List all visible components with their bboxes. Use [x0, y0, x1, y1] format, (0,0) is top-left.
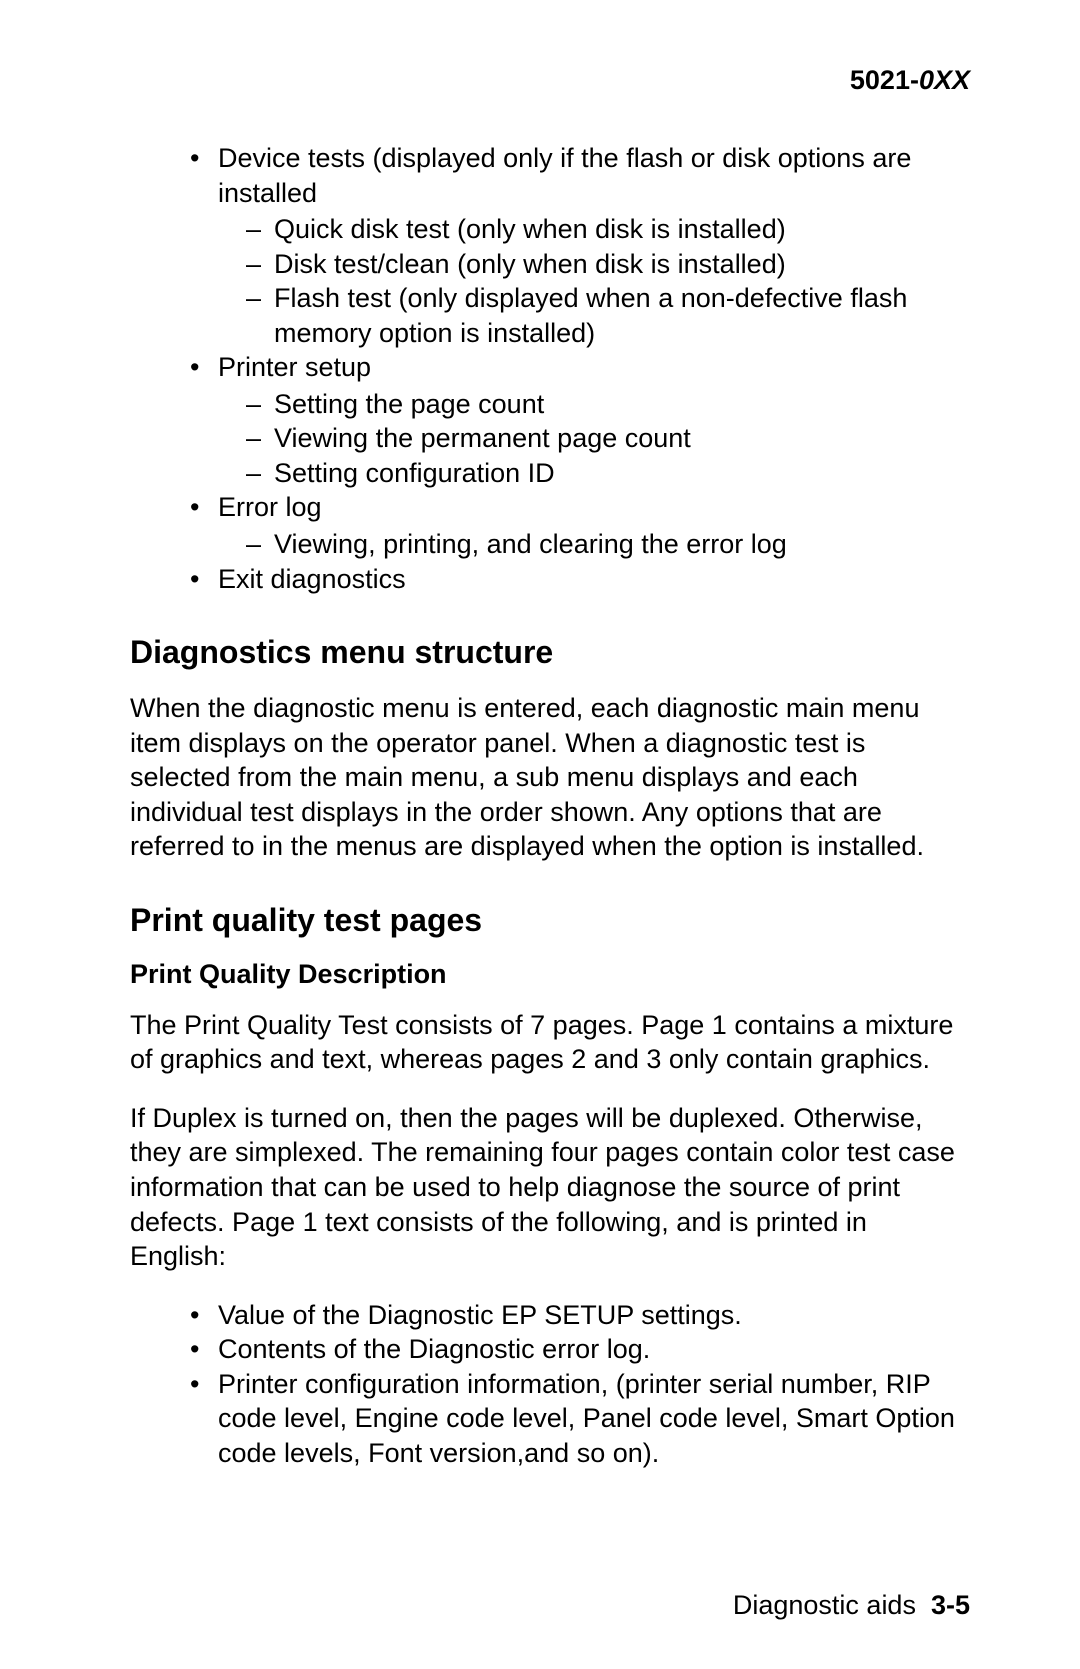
- list-item: Value of the Diagnostic EP SETUP setting…: [190, 1298, 970, 1333]
- model-suffix: 0XX: [919, 65, 970, 95]
- sub-list-item: Flash test (only displayed when a non-de…: [246, 281, 970, 350]
- sub-list-item: Disk test/clean (only when disk is insta…: [246, 247, 970, 282]
- footer-page-number: 3-5: [931, 1590, 970, 1620]
- list-item: Device tests (displayed only if the flas…: [190, 141, 970, 350]
- list-item: Exit diagnostics: [190, 562, 970, 597]
- sub-list-item: Setting configuration ID: [246, 456, 970, 491]
- page-footer: Diagnostic aids 3-5: [733, 1590, 970, 1621]
- list-item-text: Printer setup: [218, 352, 371, 382]
- section2-paragraph-2: If Duplex is turned on, then the pages w…: [130, 1101, 970, 1274]
- section-heading-print-quality-test-pages: Print quality test pages: [130, 902, 970, 939]
- section-heading-diagnostics-menu-structure: Diagnostics menu structure: [130, 634, 970, 671]
- list-item-text: Error log: [218, 492, 322, 522]
- sub-list-item: Viewing, printing, and clearing the erro…: [246, 527, 970, 562]
- section1-paragraph: When the diagnostic menu is entered, eac…: [130, 691, 970, 864]
- list-item-text: Device tests (displayed only if the flas…: [218, 143, 911, 208]
- sub-list-item: Quick disk test (only when disk is insta…: [246, 212, 970, 247]
- model-header: 5021-0XX: [130, 65, 970, 96]
- sub-list-item: Viewing the permanent page count: [246, 421, 970, 456]
- document-page: 5021-0XX Device tests (displayed only if…: [0, 0, 1080, 1669]
- list-item: Printer setup Setting the page count Vie…: [190, 350, 970, 490]
- model-prefix: 5021-: [850, 65, 919, 95]
- section2-bullet-block: Value of the Diagnostic EP SETUP setting…: [130, 1298, 970, 1471]
- section2-paragraph-1: The Print Quality Test consists of 7 pag…: [130, 1008, 970, 1077]
- list-item: Contents of the Diagnostic error log.: [190, 1332, 970, 1367]
- top-bullet-block: Device tests (displayed only if the flas…: [130, 141, 970, 596]
- list-item-text: Exit diagnostics: [218, 564, 406, 594]
- sub-list-item: Setting the page count: [246, 387, 970, 422]
- list-item: Error log Viewing, printing, and clearin…: [190, 490, 970, 561]
- subsection-heading-print-quality-description: Print Quality Description: [130, 959, 970, 990]
- list-item: Printer configuration information, (prin…: [190, 1367, 970, 1471]
- footer-label: Diagnostic aids: [733, 1590, 916, 1620]
